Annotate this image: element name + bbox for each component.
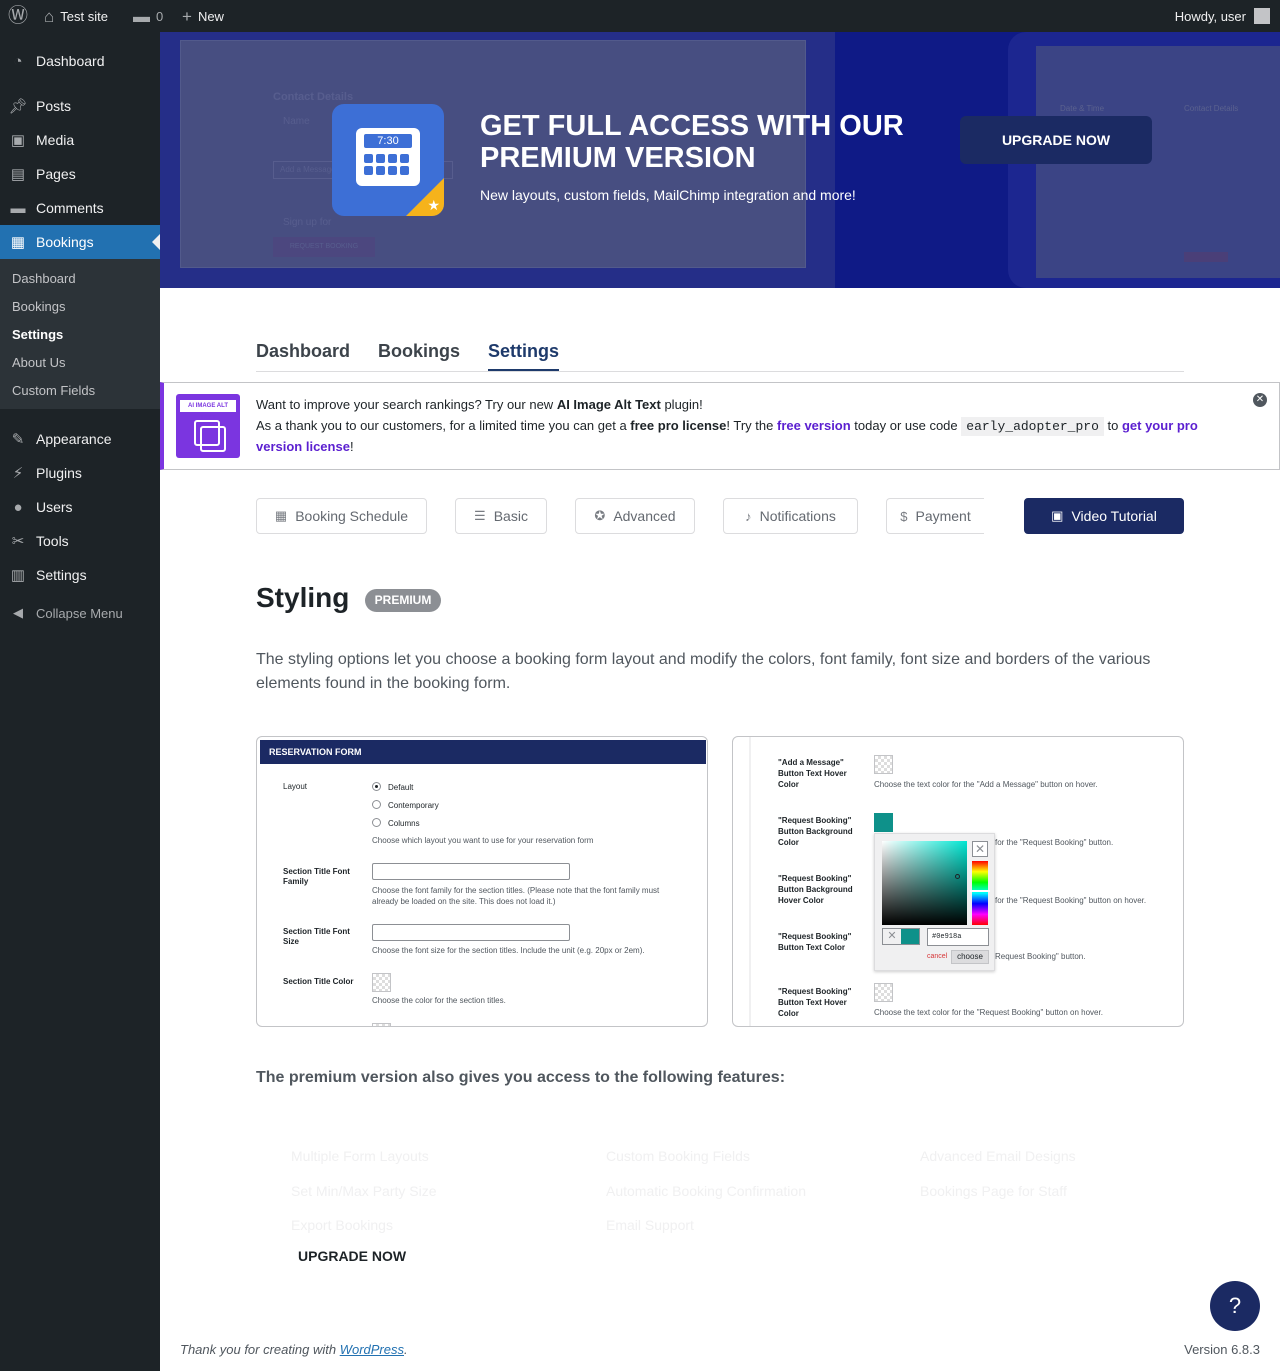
cancel-link[interactable]: cancel xyxy=(927,953,947,960)
calendar-clock-icon: 7:30 ★ xyxy=(332,104,444,216)
admin-sidebar: ◔ Dashboard 📌︎ Posts ▣ Media ▤ Pages ▬ Commen… xyxy=(0,32,160,1371)
video-icon: ▣ xyxy=(1051,508,1064,523)
wrench-icon: ✂︎ xyxy=(11,533,25,550)
premium-banner: Contact Details Name Add a Message Sign … xyxy=(160,32,1280,288)
dashboard-icon: ◔ xyxy=(13,52,23,70)
plus-icon: + xyxy=(182,6,192,26)
menu-media[interactable]: ▣ Media xyxy=(0,123,160,157)
tab-bookings[interactable]: Bookings xyxy=(378,341,460,362)
styling-heading: Styling xyxy=(256,582,350,613)
bell-icon: ♪ xyxy=(745,508,752,524)
tab-basic[interactable]: ☰ Basic xyxy=(455,498,547,534)
tab-advanced[interactable]: ✪ Advanced xyxy=(575,498,695,534)
media-icon: ▣ xyxy=(10,132,26,149)
admin-bar: Ⓦ ⌂ Test site ▬ 0 + New Howdy, user xyxy=(0,0,1280,32)
upgrade-now-button[interactable]: UPGRADE NOW xyxy=(960,116,1152,164)
ai-alt-text-notice: AI IMAGE ALT TEXT Want to improve your s… xyxy=(160,382,1280,470)
menu-posts[interactable]: 📌︎ Posts xyxy=(0,89,160,123)
feature-item: Export Bookings xyxy=(291,1217,393,1233)
feature-item: Set Min/Max Party Size xyxy=(291,1183,437,1199)
tab-payment[interactable]: $ Payment xyxy=(886,498,984,534)
submenu-custom-fields[interactable]: Custom Fields xyxy=(12,383,95,398)
account-menu[interactable]: Howdy, user xyxy=(1175,0,1270,32)
color-swatch[interactable] xyxy=(874,813,893,832)
feature-item: Bookings Page for Staff xyxy=(920,1183,1067,1199)
dismiss-notice-icon[interactable]: ✕ xyxy=(1253,393,1267,407)
home-icon: ⌂ xyxy=(44,6,55,26)
calendar-icon: ▦ xyxy=(10,234,26,251)
pushpin-icon: 📌︎ xyxy=(8,98,28,115)
menu-settings[interactable]: ▥ Settings xyxy=(0,558,160,592)
calendar-icon: ▦ xyxy=(274,508,288,523)
menu-pages[interactable]: ▤ Pages xyxy=(0,157,160,191)
premium-badge: PREMIUM xyxy=(365,589,441,612)
new-content-link[interactable]: + New xyxy=(182,0,224,32)
feature-item: Multiple Form Layouts xyxy=(291,1148,429,1164)
site-name-link[interactable]: ⌂ Test site xyxy=(44,0,108,32)
menu-dashboard[interactable]: ◔ Dashboard xyxy=(0,44,160,78)
clear-icon[interactable]: ✕ xyxy=(972,841,988,857)
plug-icon: ⚡︎ xyxy=(12,465,24,482)
notice-text: Want to improve your search rankings? Tr… xyxy=(256,397,1198,454)
saturation-area[interactable] xyxy=(882,841,967,925)
star-icon: ★ xyxy=(427,197,440,213)
color-picker[interactable]: ✕ ✕ #0e918a cancel choose xyxy=(874,833,995,971)
menu-bookings[interactable]: ▦ Bookings xyxy=(0,225,160,259)
comments-link[interactable]: ▬ 0 xyxy=(133,0,163,32)
styling-screenshot-colors: "Add a Message" Button Text Hover Color … xyxy=(732,736,1184,1027)
choose-button[interactable]: choose xyxy=(951,950,989,964)
bookings-submenu: Dashboard Bookings Settings About Us Cus… xyxy=(0,259,160,409)
award-icon: ✪ xyxy=(594,508,606,523)
comments-icon: ▬ xyxy=(10,199,26,217)
menu-users[interactable]: ● Users xyxy=(0,490,160,524)
tab-notifications[interactable]: ♪ Notifications xyxy=(723,498,858,534)
comment-icon: ▬ xyxy=(133,6,150,26)
dollar-icon: $ xyxy=(900,508,908,524)
pages-icon: ▤ xyxy=(10,166,26,183)
tab-dashboard[interactable]: Dashboard xyxy=(256,341,350,362)
feature-item: Advanced Email Designs xyxy=(920,1148,1076,1164)
plugin-tabs: Dashboard Bookings Settings xyxy=(256,338,1184,372)
footer-version: Version 6.8.3 xyxy=(1184,1342,1260,1357)
upgrade-now-link[interactable]: UPGRADE NOW xyxy=(298,1248,406,1264)
feature-item: Automatic Booking Confirmation xyxy=(606,1183,806,1199)
collapse-menu-button[interactable]: ◀ Collapse Menu xyxy=(0,598,160,628)
current-arrow xyxy=(152,234,160,250)
hue-slider[interactable] xyxy=(970,861,990,925)
footer-thanks: Thank you for creating with WordPress. xyxy=(180,1342,408,1357)
video-tutorial-button[interactable]: ▣ Video Tutorial xyxy=(1024,498,1184,534)
paintbrush-icon: ✎ xyxy=(11,431,25,448)
settings-icon: ▥ xyxy=(10,567,26,584)
feature-item: Email Support xyxy=(606,1217,694,1233)
color-preview: ✕ xyxy=(882,928,920,945)
features-heading: The premium version also gives you acces… xyxy=(256,1069,786,1086)
submenu-settings[interactable]: Settings xyxy=(12,327,63,342)
wordpress-link[interactable]: WordPress xyxy=(340,1342,404,1357)
menu-plugins[interactable]: ⚡︎ Plugins xyxy=(0,456,160,490)
users-icon: ● xyxy=(13,498,23,516)
styling-screenshot-layout: RESERVATION FORM Layout Default Contempo… xyxy=(256,736,708,1027)
submenu-bookings[interactable]: Bookings xyxy=(12,299,65,314)
tab-settings[interactable]: Settings xyxy=(488,341,560,371)
hex-input[interactable]: #0e918a xyxy=(927,928,989,946)
free-version-link[interactable]: free version xyxy=(777,418,851,433)
menu-tools[interactable]: ✂︎ Tools xyxy=(0,524,160,558)
wordpress-logo-icon[interactable]: Ⓦ xyxy=(8,0,28,32)
menu-comments[interactable]: ▬ Comments xyxy=(0,191,160,225)
submenu-about-us[interactable]: About Us xyxy=(12,355,65,370)
avatar xyxy=(1254,8,1270,24)
menu-appearance[interactable]: ✎ Appearance xyxy=(0,422,160,456)
submenu-dashboard[interactable]: Dashboard xyxy=(12,271,76,286)
tab-booking-schedule[interactable]: ▦ Booking Schedule xyxy=(256,498,427,534)
styling-description: The styling options let you choose a boo… xyxy=(256,651,1151,692)
coupon-code: early_adopter_pro xyxy=(961,416,1104,436)
banner-title: GET FULL ACCESS WITH OUR PREMIUM VERSION xyxy=(480,110,904,174)
feature-item: Custom Booking Fields xyxy=(606,1148,750,1164)
ai-image-alt-text-logo: AI IMAGE ALT TEXT xyxy=(176,394,240,458)
lines-icon: ☰ xyxy=(474,508,486,523)
banner-subtitle: New layouts, custom fields, MailChimp in… xyxy=(480,187,856,203)
collapse-icon: ◀ xyxy=(13,605,23,620)
help-button[interactable]: ? xyxy=(1210,1281,1260,1331)
